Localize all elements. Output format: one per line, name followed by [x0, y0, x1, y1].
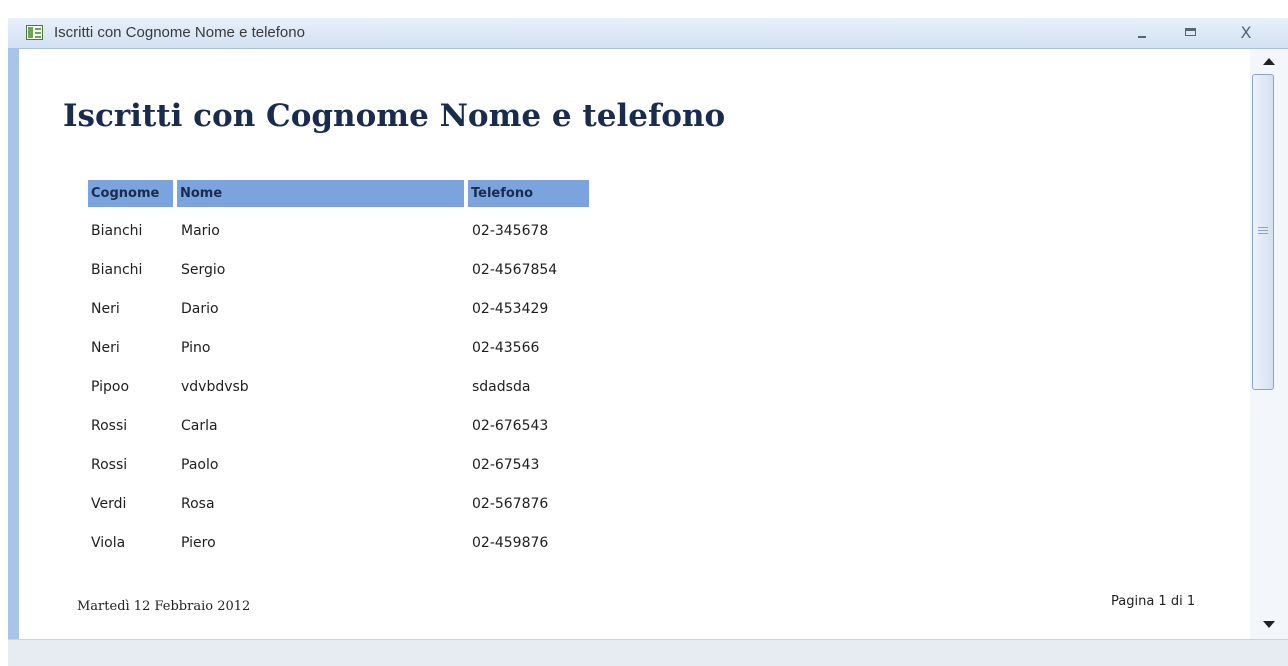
cell-nome: Dario: [181, 301, 219, 317]
cell-cognome: Verdi: [91, 496, 127, 512]
cell-telefono: 02-345678: [472, 223, 549, 239]
report-title: Iscritti con Cognome Nome e telefono: [63, 98, 726, 134]
cell-cognome: Rossi: [91, 457, 128, 473]
cell-cognome: Neri: [91, 301, 120, 317]
cell-cognome: Viola: [91, 535, 126, 551]
cell-cognome: Bianchi: [91, 262, 143, 278]
window-title: Iscritti con Cognome Nome e telefono: [54, 24, 305, 41]
column-header-telefono: Telefono: [468, 180, 589, 207]
page-number: Pagina 1 di 1: [1111, 594, 1196, 609]
cell-telefono: 02-4567854: [472, 262, 558, 278]
cell-cognome: Bianchi: [91, 223, 143, 239]
cell-nome: Pino: [181, 340, 211, 356]
arrow-down-icon[interactable]: [1263, 621, 1275, 628]
column-header-nome: Nome: [177, 180, 464, 207]
cell-nome: Rosa: [181, 496, 215, 512]
title-bar[interactable]: Iscritti con Cognome Nome e telefono X: [8, 18, 1288, 49]
cell-nome: Mario: [181, 223, 220, 239]
cell-cognome: Neri: [91, 340, 120, 356]
window-left-border: [8, 49, 19, 639]
top-strip: [0, 0, 1288, 18]
grip-icon: [1258, 227, 1268, 234]
cell-cognome: Rossi: [91, 418, 128, 434]
report-page: Iscritti con Cognome Nome e telefono Cog…: [19, 49, 1249, 639]
cell-telefono: 02-67543: [472, 457, 540, 473]
cell-nome: vdvbdvsb: [181, 379, 249, 395]
cell-cognome: Pipoo: [91, 379, 130, 395]
maximize-icon: [1185, 28, 1196, 36]
cell-nome: Paolo: [181, 457, 219, 473]
cell-telefono: 02-676543: [472, 418, 549, 434]
report-date: Martedì 12 Febbraio 2012: [77, 599, 251, 614]
minimize-icon: [1138, 36, 1146, 38]
minimize-button[interactable]: [1125, 21, 1159, 45]
scrollbar-thumb[interactable]: [1252, 74, 1274, 390]
status-bar: [8, 639, 1288, 666]
close-button[interactable]: X: [1229, 21, 1263, 45]
cell-nome: Sergio: [181, 262, 226, 278]
access-report-icon: [26, 25, 43, 40]
cell-telefono: 02-459876: [472, 535, 549, 551]
cell-nome: Piero: [181, 535, 216, 551]
maximize-button[interactable]: [1174, 21, 1208, 45]
vertical-scrollbar[interactable]: [1250, 49, 1288, 639]
cell-telefono: 02-43566: [472, 340, 540, 356]
cell-nome: Carla: [181, 418, 218, 434]
cell-telefono: sdadsda: [472, 379, 531, 395]
report-window: Iscritti con Cognome Nome e telefono X I…: [0, 0, 1288, 666]
cell-telefono: 02-567876: [472, 496, 549, 512]
cell-telefono: 02-453429: [472, 301, 549, 317]
column-header-cognome: Cognome: [88, 180, 173, 207]
arrow-up-icon[interactable]: [1263, 58, 1275, 65]
